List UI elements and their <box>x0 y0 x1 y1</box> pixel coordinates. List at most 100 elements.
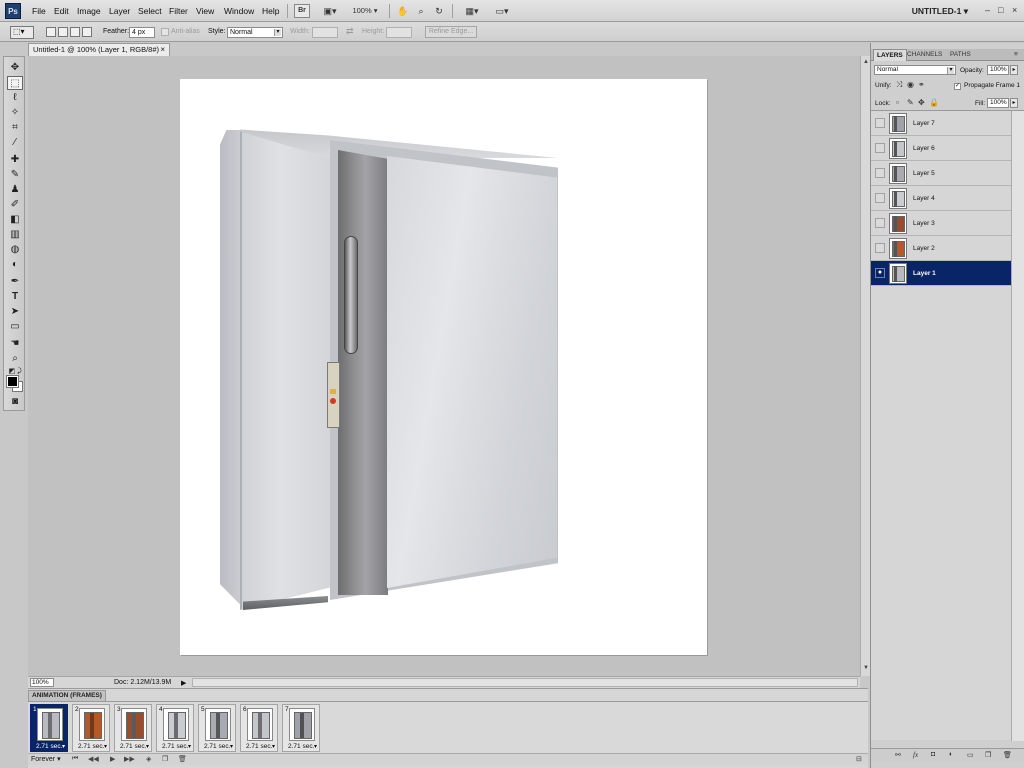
eye-icon[interactable] <box>875 218 885 228</box>
chevron-down-icon[interactable]: ▾ <box>62 743 65 750</box>
eye-icon[interactable] <box>875 193 885 203</box>
chevron-down-icon[interactable]: ▾ <box>230 743 233 750</box>
loop-options-select[interactable]: Forever ▾ <box>31 755 61 763</box>
lock-transparency-icon[interactable]: ▫ <box>896 98 899 107</box>
layer-row[interactable]: Layer 6 <box>871 136 1011 161</box>
minimize-button[interactable]: – <box>985 5 990 15</box>
intersect-selection-button[interactable] <box>82 27 92 37</box>
layer-row[interactable]: Layer 7 <box>871 111 1011 136</box>
tool-preset-picker[interactable]: ⬚▾ <box>10 26 34 39</box>
zoom-input[interactable]: 100% <box>30 678 54 687</box>
previous-frame-button[interactable]: ◀◀ <box>88 755 99 763</box>
eye-icon[interactable] <box>875 243 885 253</box>
frame-delay[interactable]: 2.71 sec. <box>36 743 62 750</box>
view-extras-button[interactable]: ▣▾ <box>318 4 342 18</box>
delete-frame-button[interactable]: 🗑 <box>178 755 187 763</box>
menu-image[interactable]: Image <box>77 6 101 16</box>
restore-button[interactable]: □ <box>998 5 1003 15</box>
link-layers-button[interactable]: ⚯ <box>895 751 901 759</box>
move-tool[interactable]: ✥ <box>7 61 23 75</box>
duplicate-frame-button[interactable]: ❐ <box>162 755 168 763</box>
adjustment-layer-button[interactable]: ◐ <box>949 751 953 758</box>
chevron-down-icon[interactable]: ▾ <box>188 743 191 750</box>
play-button[interactable]: ▶ <box>110 755 115 763</box>
menu-filter[interactable]: Filter <box>169 6 188 16</box>
pen-tool[interactable]: ✒ <box>7 275 23 289</box>
menu-select[interactable]: Select <box>138 6 162 16</box>
lock-icon[interactable]: 🔒 <box>929 98 939 107</box>
frame-delay[interactable]: 2.71 sec. <box>120 743 146 750</box>
layer-row[interactable]: Layer 2 <box>871 236 1011 261</box>
quick-mask-toggle[interactable]: ◙ <box>7 395 23 409</box>
eye-icon[interactable] <box>875 168 885 178</box>
menu-file[interactable]: File <box>32 6 46 16</box>
foreground-color-swatch[interactable] <box>6 375 19 388</box>
chevron-down-icon[interactable]: ▾ <box>146 743 149 750</box>
height-input[interactable] <box>386 27 412 38</box>
subtract-from-selection-button[interactable] <box>70 27 80 37</box>
bridge-button[interactable]: Br <box>294 4 310 18</box>
lasso-tool[interactable]: ℓ <box>7 91 23 105</box>
layer-row[interactable]: ● Layer 1 <box>871 261 1011 286</box>
clone-stamp-tool[interactable]: ♟ <box>7 183 23 197</box>
scroll-down-icon[interactable]: ▼ <box>862 664 870 672</box>
layer-row[interactable]: Layer 4 <box>871 186 1011 211</box>
vertical-scrollbar[interactable]: ▲ ▼ <box>860 56 870 676</box>
unify-position-icon[interactable]: ⤨ <box>896 80 902 90</box>
type-tool[interactable]: T <box>7 290 23 304</box>
tab-channels[interactable]: CHANNELS <box>904 49 945 61</box>
animation-frame[interactable]: 1 2.71 sec. ▾ <box>30 704 68 752</box>
propagate-frame-checkbox[interactable]: ✓ <box>954 83 961 90</box>
first-frame-button[interactable]: ⏮ <box>72 755 78 763</box>
rectangle-tool[interactable]: ▭ <box>7 320 23 334</box>
lock-pixels-icon[interactable]: ✎ <box>907 98 914 107</box>
blend-mode-select[interactable]: Normal ▾ <box>874 65 956 75</box>
new-group-button[interactable]: ▭ <box>967 751 974 759</box>
eraser-tool[interactable]: ◧ <box>7 213 23 227</box>
chevron-down-icon[interactable]: ▾ <box>104 743 107 750</box>
anti-alias-checkbox[interactable] <box>161 28 169 36</box>
dodge-tool[interactable]: ◐ <box>7 258 23 272</box>
layer-style-button[interactable]: fx <box>913 751 918 759</box>
crop-tool[interactable]: ⌗ <box>7 121 23 135</box>
opacity-slider-arrow[interactable]: ▸ <box>1010 65 1018 75</box>
path-selection-tool[interactable]: ➤ <box>7 305 23 319</box>
brush-tool[interactable]: ✎ <box>7 168 23 182</box>
animation-frame[interactable]: 2 2.71 sec. ▾ <box>72 704 110 752</box>
eye-icon[interactable] <box>875 118 885 128</box>
animation-frame[interactable]: 5 2.71 sec. ▾ <box>198 704 236 752</box>
gradient-tool[interactable]: ▥ <box>7 228 23 242</box>
swap-width-height-icon[interactable]: ⇄ <box>346 26 354 37</box>
workspace-document-title[interactable]: UNTITLED-1 ▾ <box>912 6 968 17</box>
feather-input[interactable]: 4 px <box>129 27 155 38</box>
close-button[interactable]: × <box>1012 5 1017 15</box>
zoom-tool[interactable]: ⌕ <box>7 352 23 366</box>
arrange-documents-button[interactable]: ▦▾ <box>460 4 484 18</box>
layer-row[interactable]: Layer 3 <box>871 211 1011 236</box>
width-input[interactable] <box>312 27 338 38</box>
history-brush-tool[interactable]: ✐ <box>7 198 23 212</box>
eye-icon[interactable]: ● <box>875 268 885 278</box>
document-tab[interactable]: Untitled-1 @ 100% (Layer 1, RGB/8#) × <box>28 43 170 56</box>
new-selection-button[interactable] <box>46 27 56 37</box>
animation-frame[interactable]: 7 2.71 sec. ▾ <box>282 704 320 752</box>
menu-window[interactable]: Window <box>224 6 254 16</box>
chevron-down-icon[interactable]: ▾ <box>272 743 275 750</box>
rotate-view-button[interactable]: ↻ <box>432 4 446 18</box>
panel-menu-icon[interactable]: ≡ <box>1011 49 1021 61</box>
animation-frame[interactable]: 3 2.71 sec. ▾ <box>114 704 152 752</box>
zoom-level-dropdown[interactable]: 100% ▾ <box>348 4 382 18</box>
hand-tool-button[interactable]: ✋ <box>396 4 410 18</box>
eyedropper-tool[interactable]: ⁄ <box>7 136 23 150</box>
next-frame-button[interactable]: ▶▶ <box>124 755 135 763</box>
close-icon[interactable]: × <box>160 44 165 56</box>
chevron-down-icon[interactable]: ▾ <box>314 743 317 750</box>
menu-help[interactable]: Help <box>262 6 279 16</box>
frame-delay[interactable]: 2.71 sec. <box>204 743 230 750</box>
scroll-up-icon[interactable]: ▲ <box>862 58 870 66</box>
animation-frame[interactable]: 6 2.71 sec. ▾ <box>240 704 278 752</box>
style-select[interactable]: Normal ▾ <box>227 27 283 38</box>
add-mask-button[interactable]: ◘ <box>931 751 935 758</box>
hand-tool[interactable]: ☚ <box>7 337 23 351</box>
zoom-tool-button[interactable]: ⌕ <box>414 4 428 18</box>
